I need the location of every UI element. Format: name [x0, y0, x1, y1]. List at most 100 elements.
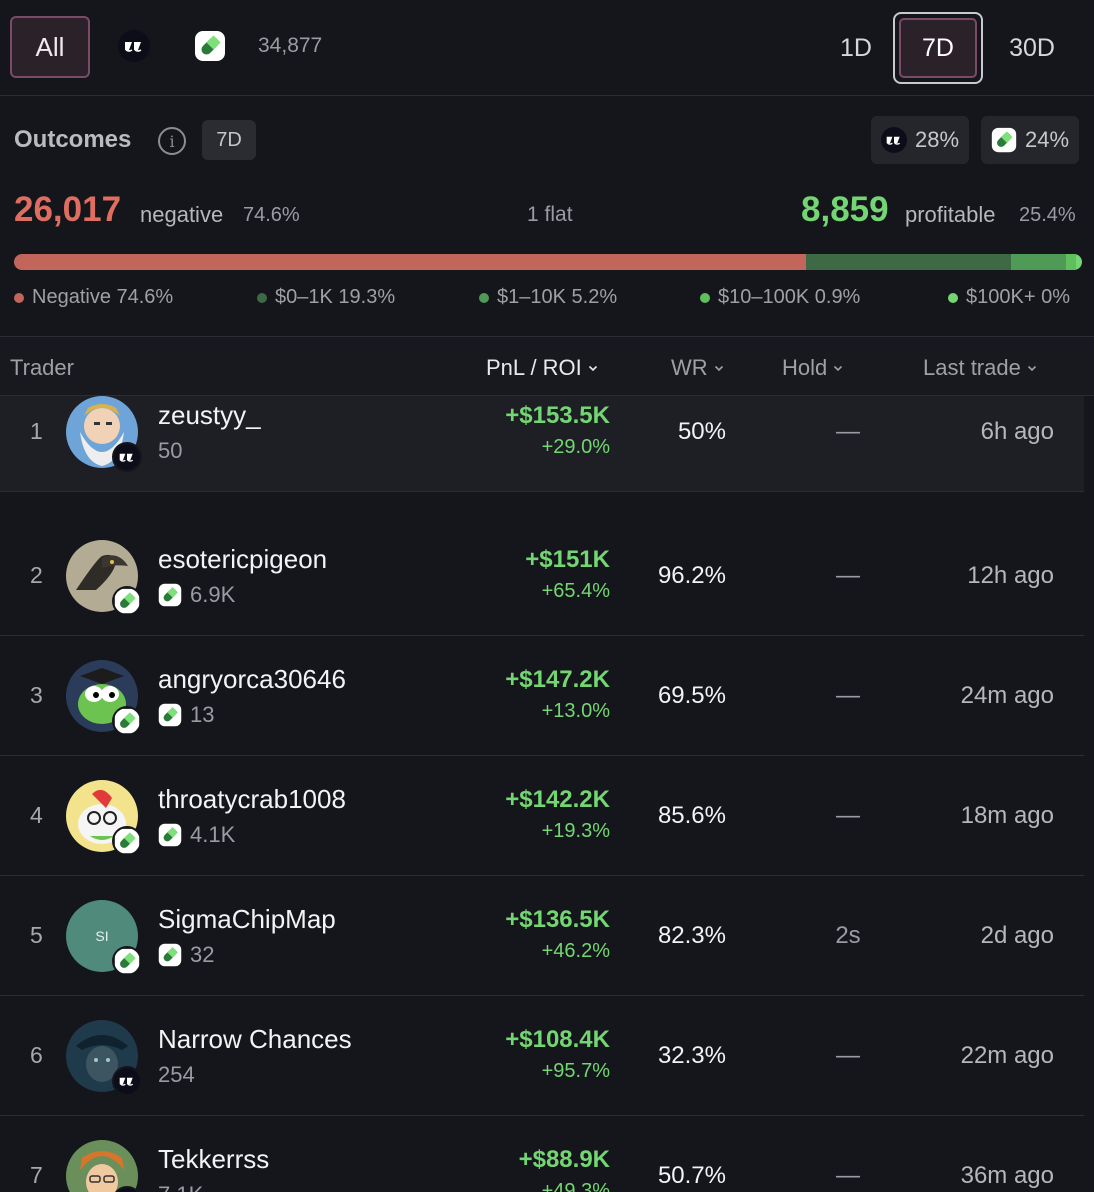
legend-dot	[948, 292, 958, 303]
distribution-segment	[14, 254, 806, 270]
distribution-segment	[1066, 254, 1076, 270]
header-pnl-label: PnL / ROI	[486, 355, 582, 380]
header-trader-label: Trader	[10, 355, 74, 380]
legend-dot	[479, 292, 489, 303]
profitable-label: profitable	[905, 202, 996, 227]
platform-a-share: 28%	[915, 127, 960, 152]
table-row[interactable]: 3 angryorca30646 13 +$147.2K +13.0% 69.5…	[0, 636, 1084, 756]
rank: 3	[30, 682, 43, 708]
filter-all-button[interactable]: All	[10, 16, 90, 78]
platform-b-icon	[112, 946, 142, 976]
platform-b-icon	[158, 943, 182, 967]
win-rate: 96.2%	[657, 562, 726, 589]
negative-count: 26,017	[14, 190, 122, 229]
trader-name[interactable]: throatycrab1008	[158, 784, 346, 815]
trader-name[interactable]: SigmaChipMap	[158, 904, 336, 935]
roi-value: +46.2%	[541, 940, 610, 962]
pnl-value: +$142.2K	[505, 786, 610, 813]
trader-subline: 6.9K	[158, 582, 235, 608]
legend-label: $1–10K 5.2%	[497, 286, 618, 308]
legend-label: $100K+ 0%	[966, 286, 1070, 308]
rank: 6	[30, 1042, 43, 1068]
chevron-down-icon	[1027, 363, 1037, 373]
legend-100k-plus: $100K+ 0%	[948, 286, 1070, 309]
roi-value: +95.7%	[541, 1060, 610, 1082]
platform-b-icon	[991, 127, 1017, 153]
trader-name[interactable]: angryorca30646	[158, 664, 346, 695]
legend-dot	[257, 292, 267, 303]
platform-b-icon	[158, 823, 182, 847]
table-row[interactable]: 5 SI SigmaChipMap 32 +$136.5K +46.2% 82.…	[0, 876, 1084, 996]
range-7d-label: 7D	[899, 18, 977, 78]
platform-b-filter-icon[interactable]	[194, 30, 226, 62]
hold-time: 2s	[835, 922, 861, 949]
roi-value: +19.3%	[541, 820, 610, 842]
outcome-distribution-bar	[14, 254, 1082, 270]
trader-name[interactable]: zeustyy_	[158, 400, 261, 431]
trader-name[interactable]: esotericpigeon	[158, 544, 327, 575]
chevron-down-icon	[588, 363, 598, 373]
negative-percent: 74.6%	[243, 204, 300, 226]
legend-dot	[700, 292, 710, 303]
info-icon[interactable]: i	[158, 127, 186, 155]
header-wr-sort[interactable]: WR	[671, 355, 724, 381]
roi-value: +13.0%	[541, 700, 610, 722]
legend-10-100k: $10–100K 0.9%	[700, 286, 860, 309]
avatar[interactable]	[66, 1140, 138, 1192]
header-last-trade-label: Last trade	[923, 355, 1021, 380]
header-hold-sort[interactable]: Hold	[782, 355, 843, 381]
trader-subline: 254	[158, 1062, 195, 1088]
trader-name[interactable]: Narrow Chances	[158, 1024, 352, 1055]
pnl-value: +$153.5K	[505, 402, 610, 429]
platform-a-filter-icon[interactable]	[118, 30, 150, 62]
range-30d-button[interactable]: 30D	[990, 12, 1074, 84]
roi-value: +49.3%	[541, 1180, 610, 1192]
table-row[interactable]: 6 Narrow Chances 254 +$108.4K +95.7% 32.…	[0, 996, 1084, 1116]
hold-time: —	[836, 802, 860, 829]
win-rate: 50.7%	[657, 1162, 726, 1189]
legend-1-10k: $1–10K 5.2%	[479, 286, 617, 309]
trade-count: 50	[158, 438, 183, 463]
win-rate: 69.5%	[657, 682, 726, 709]
range-7d-button[interactable]: 7D	[893, 12, 983, 84]
pnl-value: +$147.2K	[505, 666, 610, 693]
rank: 1	[30, 418, 43, 444]
hold-time: —	[836, 1162, 860, 1189]
profitable-percent: 25.4%	[1019, 204, 1076, 226]
chevron-down-icon	[833, 363, 843, 373]
trader-subline: 32	[158, 942, 214, 968]
header-pnl-roi-sort[interactable]: PnL / ROI	[486, 355, 598, 381]
trader-subline: 50	[158, 438, 182, 464]
header-trader: Trader	[10, 355, 74, 381]
legend-negative: Negative 74.6%	[14, 286, 173, 309]
svg-text:SI: SI	[95, 928, 108, 944]
chevron-down-icon	[714, 363, 724, 373]
platform-b-share: 24%	[1025, 127, 1070, 152]
last-trade-time: 36m ago	[960, 1162, 1054, 1189]
table-row[interactable]: 1 zeustyy_ 50 +$153.5K +29.0% 50% — 6h a…	[0, 396, 1084, 492]
trader-name[interactable]: Tekkerrss	[158, 1144, 269, 1175]
trader-subline: 7.1K	[158, 1182, 203, 1192]
rank: 4	[30, 802, 43, 828]
platform-a-icon	[112, 442, 142, 472]
rank: 5	[30, 922, 43, 948]
table-row[interactable]: 7 Tekkerrss 7.1K +$88.9K +49.3% 50.7% — …	[0, 1116, 1084, 1192]
win-rate: 85.6%	[657, 802, 726, 829]
legend-label: $0–1K 19.3%	[275, 286, 396, 308]
rank: 7	[30, 1162, 43, 1188]
roi-value: +65.4%	[541, 580, 610, 602]
table-row[interactable]: 4 throatycrab1008 4.1K +$142.2K +19.3% 8…	[0, 756, 1084, 876]
hold-time: —	[836, 562, 860, 589]
trade-count: 32	[190, 942, 215, 967]
range-1d-button[interactable]: 1D	[822, 12, 890, 84]
trade-count: 13	[190, 702, 215, 727]
header-last-trade-sort[interactable]: Last trade	[923, 355, 1037, 381]
trade-count: 4.1K	[190, 822, 236, 847]
platform-b-icon	[112, 586, 142, 616]
table-row[interactable]: 2 esotericpigeon 6.9K +$151K +65.4% 96.2…	[0, 516, 1084, 636]
legend-label: $10–100K 0.9%	[718, 286, 861, 308]
pnl-value: +$108.4K	[505, 1026, 610, 1053]
flat-count: 1 flat	[527, 203, 573, 226]
platform-b-share-chip: 24%	[981, 116, 1080, 164]
platform-b-icon	[158, 583, 182, 607]
